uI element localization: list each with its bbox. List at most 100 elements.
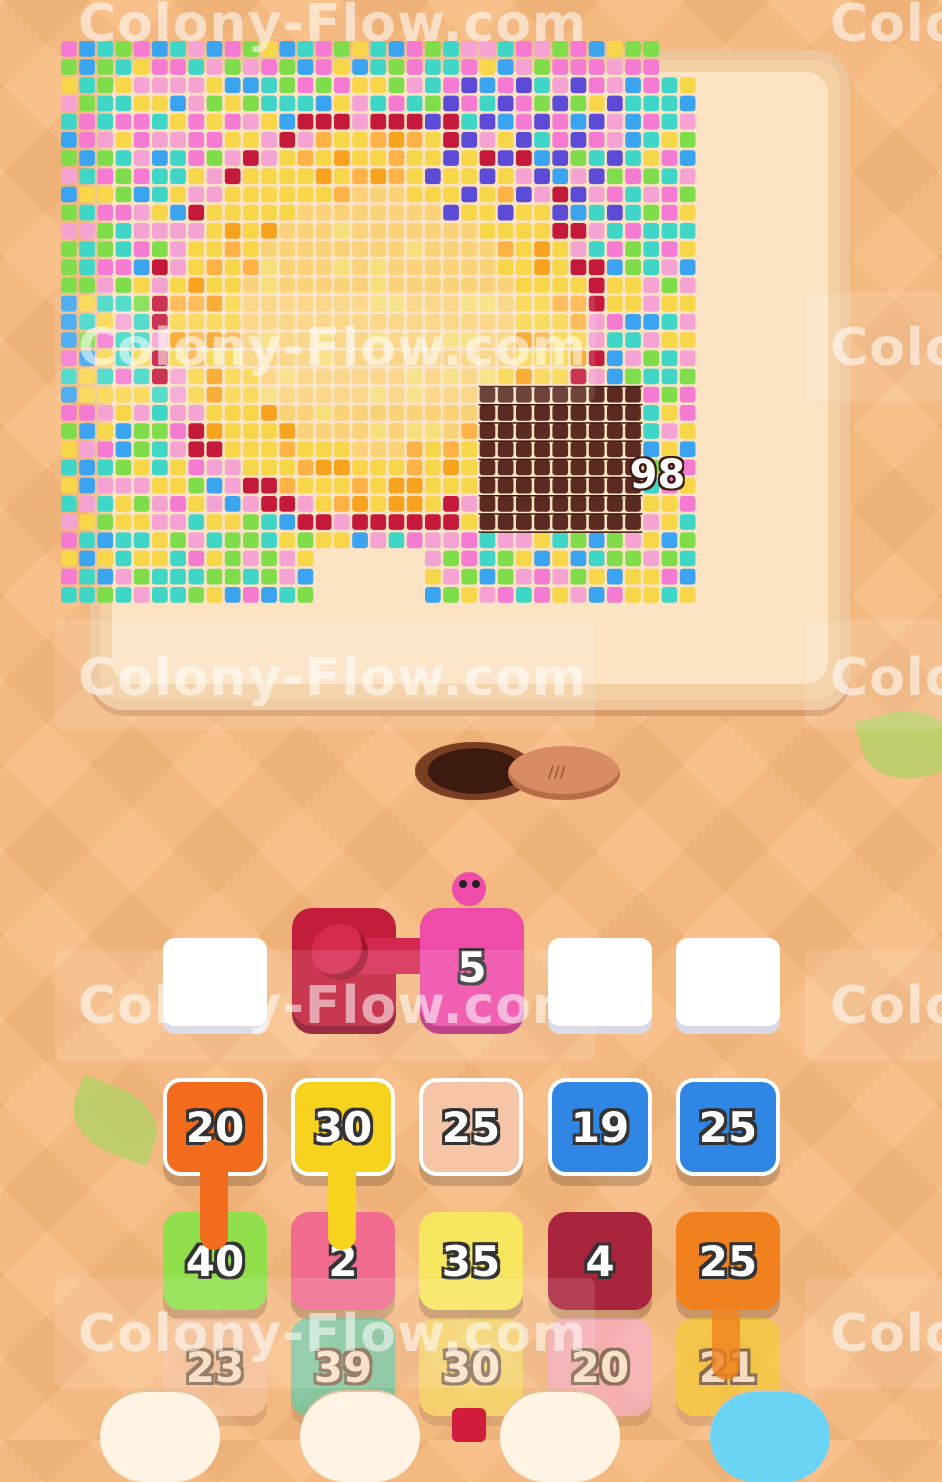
pixel-cell <box>516 496 532 512</box>
pixel-cell <box>607 41 623 57</box>
pixel-cell <box>679 132 696 148</box>
pixel-cell <box>406 186 423 203</box>
pixel-cell <box>552 496 569 512</box>
pixel-cell <box>206 496 223 512</box>
pixel-cell <box>443 459 459 476</box>
queue-slot-5[interactable] <box>676 938 780 1026</box>
tool-button-4[interactable] <box>710 1392 830 1482</box>
pixel-cell <box>352 168 368 185</box>
pixel-cell <box>570 459 587 476</box>
pixel-cell <box>370 77 387 94</box>
pixel-cell <box>79 59 95 75</box>
pixel-cell <box>661 277 678 294</box>
pixel-cell <box>497 277 514 294</box>
pixel-cell <box>206 277 223 294</box>
pixel-cell <box>188 223 205 239</box>
pixel-cell <box>279 550 296 567</box>
pixel-cell <box>443 223 459 239</box>
pixel-cell <box>152 496 168 512</box>
pixel-cell <box>97 95 114 112</box>
pixel-cell <box>370 186 387 203</box>
ant-icon <box>452 872 486 906</box>
pixel-cell <box>152 204 168 221</box>
pixel-cell <box>643 368 660 385</box>
pixel-cell <box>115 532 132 549</box>
pixel-cell <box>643 587 660 603</box>
pixel-cell <box>661 423 678 439</box>
watermark-box <box>805 950 942 1060</box>
pixel-cell <box>97 477 114 494</box>
pixel-cell <box>133 150 150 166</box>
pixel-cell <box>334 59 350 75</box>
pixel-cell <box>370 168 387 185</box>
pixel-cell <box>607 405 623 421</box>
pixel-cell <box>588 514 605 530</box>
tile-1-3[interactable]: 25 <box>419 1078 523 1176</box>
tool-button-3[interactable] <box>500 1392 620 1482</box>
pixel-cell <box>443 277 459 294</box>
pixel-cell <box>479 186 496 203</box>
pixel-cell <box>224 477 241 494</box>
pixel-cell <box>625 59 641 75</box>
pixel-cell <box>224 277 241 294</box>
pixel-cell <box>607 550 623 567</box>
pixel-cell <box>588 405 605 421</box>
pixel-cell <box>425 41 441 57</box>
pixel-cell <box>661 168 678 185</box>
pixel-cell <box>425 459 441 476</box>
pixel-cell <box>79 550 95 567</box>
pixel-cell <box>279 587 296 603</box>
pixel-cell <box>352 277 368 294</box>
tile-1-5[interactable]: 25 <box>676 1078 780 1176</box>
pixel-cell <box>97 587 114 603</box>
pixel-cell <box>534 204 550 221</box>
pixel-cell <box>497 441 514 458</box>
pixel-cell <box>279 405 296 421</box>
pixel-cell <box>516 405 532 421</box>
pixel-cell <box>516 277 532 294</box>
pixel-cell <box>170 150 186 166</box>
pixel-cell <box>133 241 150 257</box>
pixel-cell <box>133 223 150 239</box>
pixel-cell <box>425 514 441 530</box>
pixel-cell <box>516 223 532 239</box>
pixel-cell <box>370 241 387 257</box>
pixel-cell <box>443 259 459 276</box>
pixel-cell <box>461 204 478 221</box>
pixel-cell <box>115 150 132 166</box>
pixel-cell <box>152 459 168 476</box>
pixel-cell <box>133 532 150 549</box>
pixel-cell <box>643 95 660 112</box>
tile-1-4[interactable]: 19 <box>548 1078 652 1176</box>
pixel-cell <box>643 59 660 75</box>
pixel-cell <box>224 587 241 603</box>
pixel-cell <box>406 405 423 421</box>
chocolate-grid-line <box>478 513 643 515</box>
pixel-cell <box>297 241 314 257</box>
pixel-cell <box>443 532 459 549</box>
pixel-cell <box>479 223 496 239</box>
pixel-cell <box>516 168 532 185</box>
pixel-cell <box>334 423 350 439</box>
pixel-cell <box>425 150 441 166</box>
tool-button-1[interactable] <box>100 1392 220 1482</box>
pixel-cell <box>297 186 314 203</box>
pixel-cell <box>661 77 678 94</box>
pixel-cell <box>334 204 350 221</box>
pixel-cell <box>315 441 332 458</box>
tile-2-5[interactable]: 25 <box>676 1212 780 1310</box>
pixel-cell <box>588 204 605 221</box>
pixel-cell <box>534 259 550 276</box>
pixel-cell <box>170 514 186 530</box>
pixel-cell <box>206 459 223 476</box>
pixel-cell <box>588 241 605 257</box>
pixel-cell <box>370 514 387 530</box>
pixel-cell <box>224 132 241 148</box>
pixel-cell <box>97 113 114 130</box>
pixel-cell <box>79 441 95 458</box>
pixel-cell <box>297 59 314 75</box>
pixel-cell <box>315 132 332 148</box>
tool-button-2[interactable] <box>300 1392 420 1482</box>
pixel-cell <box>552 150 569 166</box>
pixel-cell <box>406 77 423 94</box>
